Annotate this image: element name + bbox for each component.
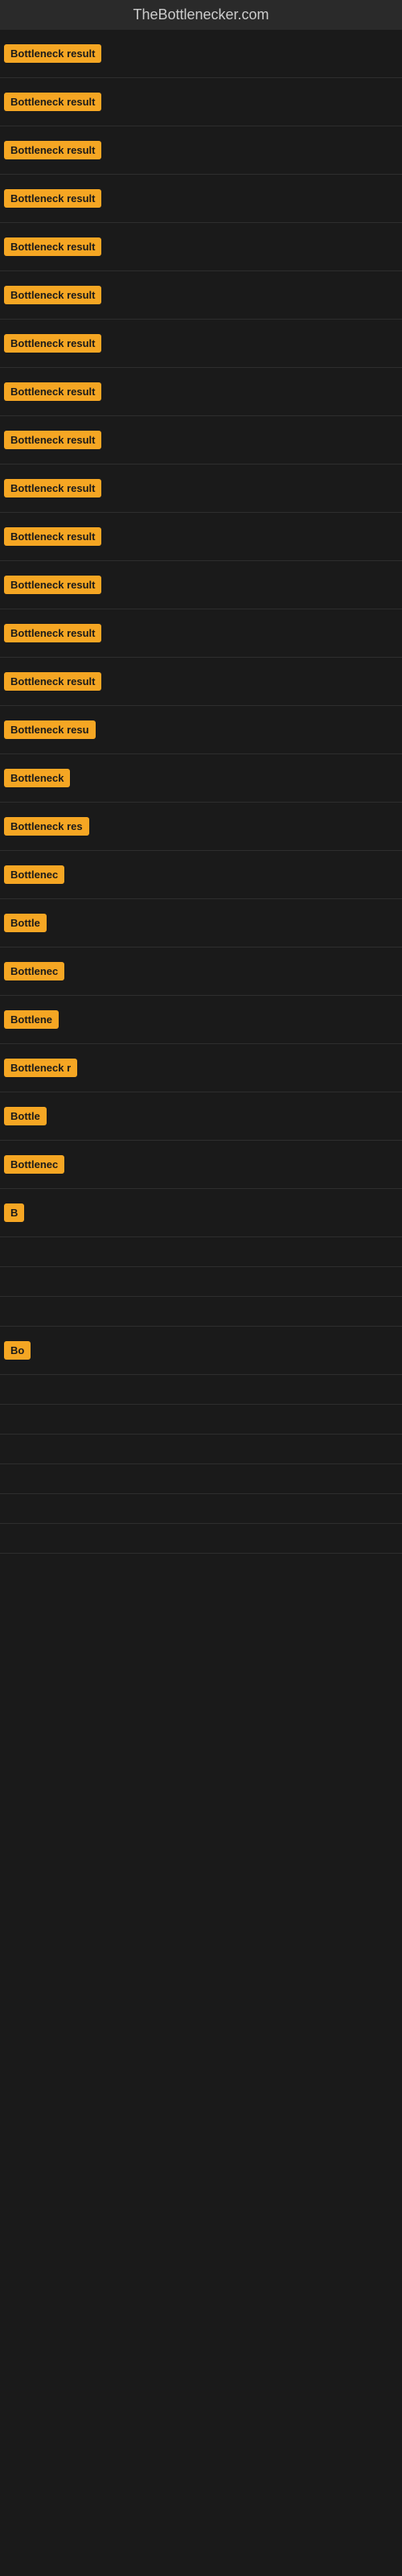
list-item: Bottleneck result [0, 175, 402, 223]
list-item: Bottlenec [0, 1141, 402, 1189]
bottleneck-result-badge[interactable]: Bottleneck result [4, 624, 101, 642]
list-item: Bottlenec [0, 851, 402, 899]
list-item [0, 1464, 402, 1494]
bottleneck-result-badge[interactable]: Bottle [4, 914, 47, 932]
list-item: Bottleneck result [0, 368, 402, 416]
bottleneck-result-badge[interactable]: Bottleneck result [4, 479, 101, 497]
list-item: Bottleneck result [0, 223, 402, 271]
bottleneck-result-badge[interactable]: Bottlenec [4, 865, 64, 884]
list-item [0, 1405, 402, 1435]
bottleneck-result-badge[interactable]: Bottleneck result [4, 237, 101, 256]
list-item: Bottleneck result [0, 464, 402, 513]
list-item: B [0, 1189, 402, 1237]
list-item: Bottleneck result [0, 320, 402, 368]
bottleneck-result-badge[interactable]: Bottleneck result [4, 672, 101, 691]
list-item [0, 1267, 402, 1297]
list-item [0, 1435, 402, 1464]
bottleneck-result-badge[interactable]: Bottlenec [4, 962, 64, 980]
bottleneck-result-badge[interactable]: Bottleneck result [4, 334, 101, 353]
items-list: Bottleneck result Bottleneck result Bottle… [0, 30, 402, 1554]
list-item: Bottleneck r [0, 1044, 402, 1092]
bottleneck-result-badge[interactable]: Bottleneck result [4, 141, 101, 159]
list-item: Bottlenec [0, 947, 402, 996]
list-item [0, 1494, 402, 1524]
bottleneck-result-badge[interactable]: Bottleneck r [4, 1059, 77, 1077]
list-item: Bottleneck result [0, 271, 402, 320]
site-header: TheBottlenecker.com [0, 0, 402, 30]
list-item [0, 1375, 402, 1405]
bottleneck-result-badge[interactable]: B [4, 1203, 24, 1222]
list-item: Bottleneck result [0, 561, 402, 609]
bottleneck-result-badge[interactable]: Bottleneck [4, 769, 70, 787]
bottleneck-result-badge[interactable]: Bottleneck resu [4, 720, 96, 739]
list-item: Bottleneck result [0, 658, 402, 706]
bottleneck-result-badge[interactable]: Bottleneck result [4, 93, 101, 111]
list-item: Bottleneck result [0, 513, 402, 561]
list-item: Bottleneck result [0, 78, 402, 126]
bottleneck-result-badge[interactable]: Bottleneck result [4, 576, 101, 594]
list-item [0, 1237, 402, 1267]
bottleneck-result-badge[interactable]: Bottleneck result [4, 189, 101, 208]
bottleneck-result-badge[interactable]: Bottleneck result [4, 527, 101, 546]
list-item: Bottleneck resu [0, 706, 402, 754]
bottleneck-result-badge[interactable]: Bottlenec [4, 1155, 64, 1174]
list-item: Bottleneck result [0, 126, 402, 175]
bottleneck-result-badge[interactable]: Bottleneck result [4, 286, 101, 304]
bottleneck-result-badge[interactable]: Bottleneck res [4, 817, 89, 836]
list-item: Bottleneck result [0, 609, 402, 658]
list-item: Bottleneck res [0, 803, 402, 851]
list-item [0, 1524, 402, 1554]
list-item: Bo [0, 1327, 402, 1375]
list-item: Bottle [0, 1092, 402, 1141]
list-item: Bottleneck [0, 754, 402, 803]
bottleneck-result-badge[interactable]: Bottleneck result [4, 431, 101, 449]
list-item: Bottleneck result [0, 30, 402, 78]
bottleneck-result-badge[interactable]: Bottleneck result [4, 382, 101, 401]
list-item: Bottle [0, 899, 402, 947]
site-title: TheBottlenecker.com [0, 0, 402, 30]
bottleneck-result-badge[interactable]: Bottle [4, 1107, 47, 1125]
list-item [0, 1297, 402, 1327]
bottleneck-result-badge[interactable]: Bottleneck result [4, 44, 101, 63]
list-item: Bottlene [0, 996, 402, 1044]
bottleneck-result-badge[interactable]: Bottlene [4, 1010, 59, 1029]
list-item: Bottleneck result [0, 416, 402, 464]
bottleneck-result-badge[interactable]: Bo [4, 1341, 31, 1360]
